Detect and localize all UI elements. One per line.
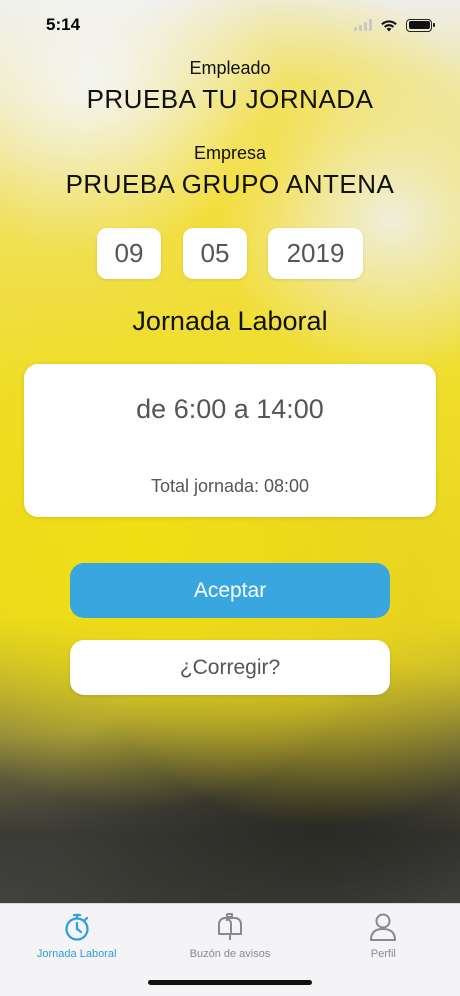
stopwatch-icon [61, 912, 93, 942]
person-icon [367, 912, 399, 942]
date-year: 2019 [268, 228, 363, 279]
company-label: Empresa [193, 143, 267, 163]
schedule-card: de 6:00 a 14:00 Total jornada: 08:00 [24, 364, 436, 517]
company-name: PRUEBA GRUPO ANTENA [65, 169, 395, 199]
status-bar: 5:14 [0, 0, 460, 50]
battery-icon [406, 18, 435, 32]
home-indicator [148, 980, 312, 985]
signal-icon [354, 19, 372, 31]
schedule-range: de 6:00 a 14:00 [136, 394, 324, 424]
status-icons [354, 18, 435, 32]
correct-button[interactable]: ¿Corregir? [70, 640, 390, 695]
tab-label: Jornada Laboral [36, 948, 117, 960]
tab-label: Buzón de avisos [189, 948, 271, 960]
date-day: 09 [97, 228, 161, 279]
wifi-icon [381, 19, 397, 31]
employee-label: Empleado [189, 58, 271, 78]
date-month: 05 [183, 228, 247, 279]
tab-perfil[interactable]: Perfil [307, 904, 460, 996]
tab-jornada-laboral[interactable]: Jornada Laboral [0, 904, 153, 996]
section-title: Jornada Laboral [132, 306, 328, 336]
schedule-total: Total jornada: 08:00 [150, 476, 310, 496]
employee-name: PRUEBA TU JORNADA [86, 84, 374, 114]
tab-label: Perfil [370, 948, 396, 960]
mailbox-icon [214, 912, 246, 942]
status-time: 5:14 [46, 15, 81, 34]
accept-button[interactable]: Aceptar [70, 563, 390, 618]
